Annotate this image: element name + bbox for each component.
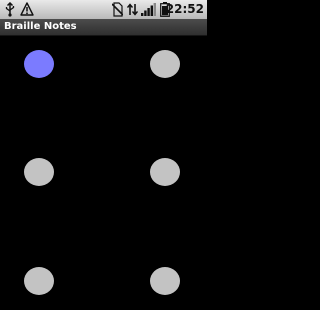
no-sim-icon (112, 2, 123, 17)
title-bar: Braille Notes (0, 19, 207, 36)
braille-dot-6[interactable] (150, 267, 180, 295)
app-title: Braille Notes (4, 21, 77, 32)
data-sync-icon (127, 3, 138, 16)
braille-cell (0, 36, 207, 310)
braille-dot-5[interactable] (150, 158, 180, 186)
status-bar: 22:52 (0, 0, 207, 19)
braille-dot-2[interactable] (24, 158, 54, 186)
braille-dot-1[interactable] (24, 50, 54, 78)
warning-icon (20, 2, 34, 16)
signal-icon (141, 3, 156, 16)
status-clock: 22:52 (165, 2, 204, 16)
usb-icon (5, 2, 15, 17)
braille-dot-3[interactable] (24, 267, 54, 295)
braille-dot-4[interactable] (150, 50, 180, 78)
